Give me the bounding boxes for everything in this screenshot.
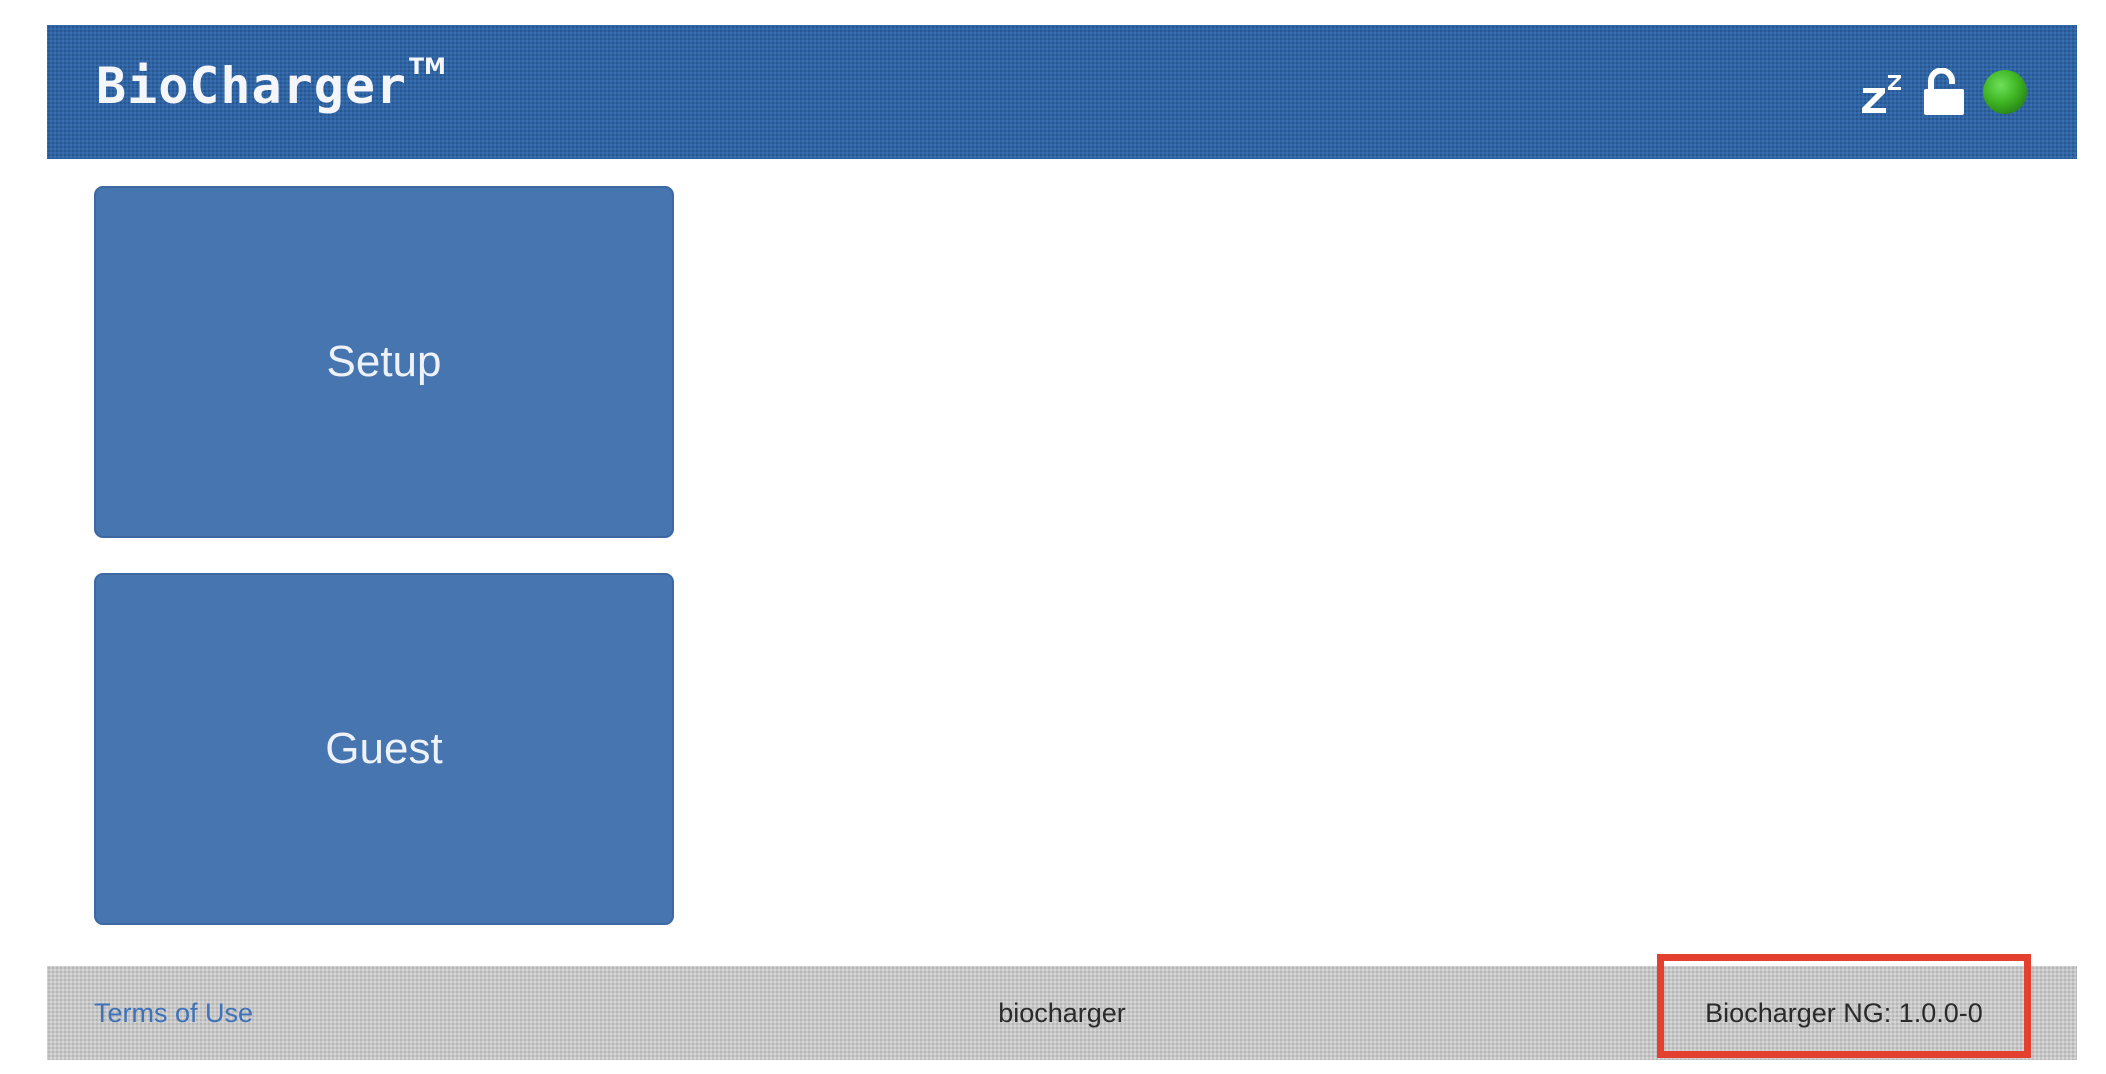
lock-button[interactable] [1923, 67, 1965, 117]
setup-tile-button[interactable]: Setup [94, 186, 674, 538]
app-header: BioChargerTM [47, 25, 2077, 159]
sleep-button[interactable] [1859, 67, 1907, 117]
logo-text: BioCharger [96, 57, 408, 115]
trademark-mark: TM [409, 55, 446, 80]
setup-label: Setup [326, 337, 442, 386]
status-icons [1859, 67, 2029, 117]
guest-tile-button[interactable]: Guest [94, 573, 674, 925]
green-status-indicator-icon [1983, 70, 2027, 114]
guest-label: Guest [325, 724, 443, 773]
sleep-zz-icon [1862, 75, 1901, 113]
main-content: Setup Guest [47, 159, 2077, 966]
version-highlight-box [1657, 954, 2031, 1058]
unlocked-padlock-icon [1924, 68, 1964, 115]
biocharger-logo: BioChargerTM [96, 57, 446, 112]
connection-status [1981, 67, 2029, 117]
